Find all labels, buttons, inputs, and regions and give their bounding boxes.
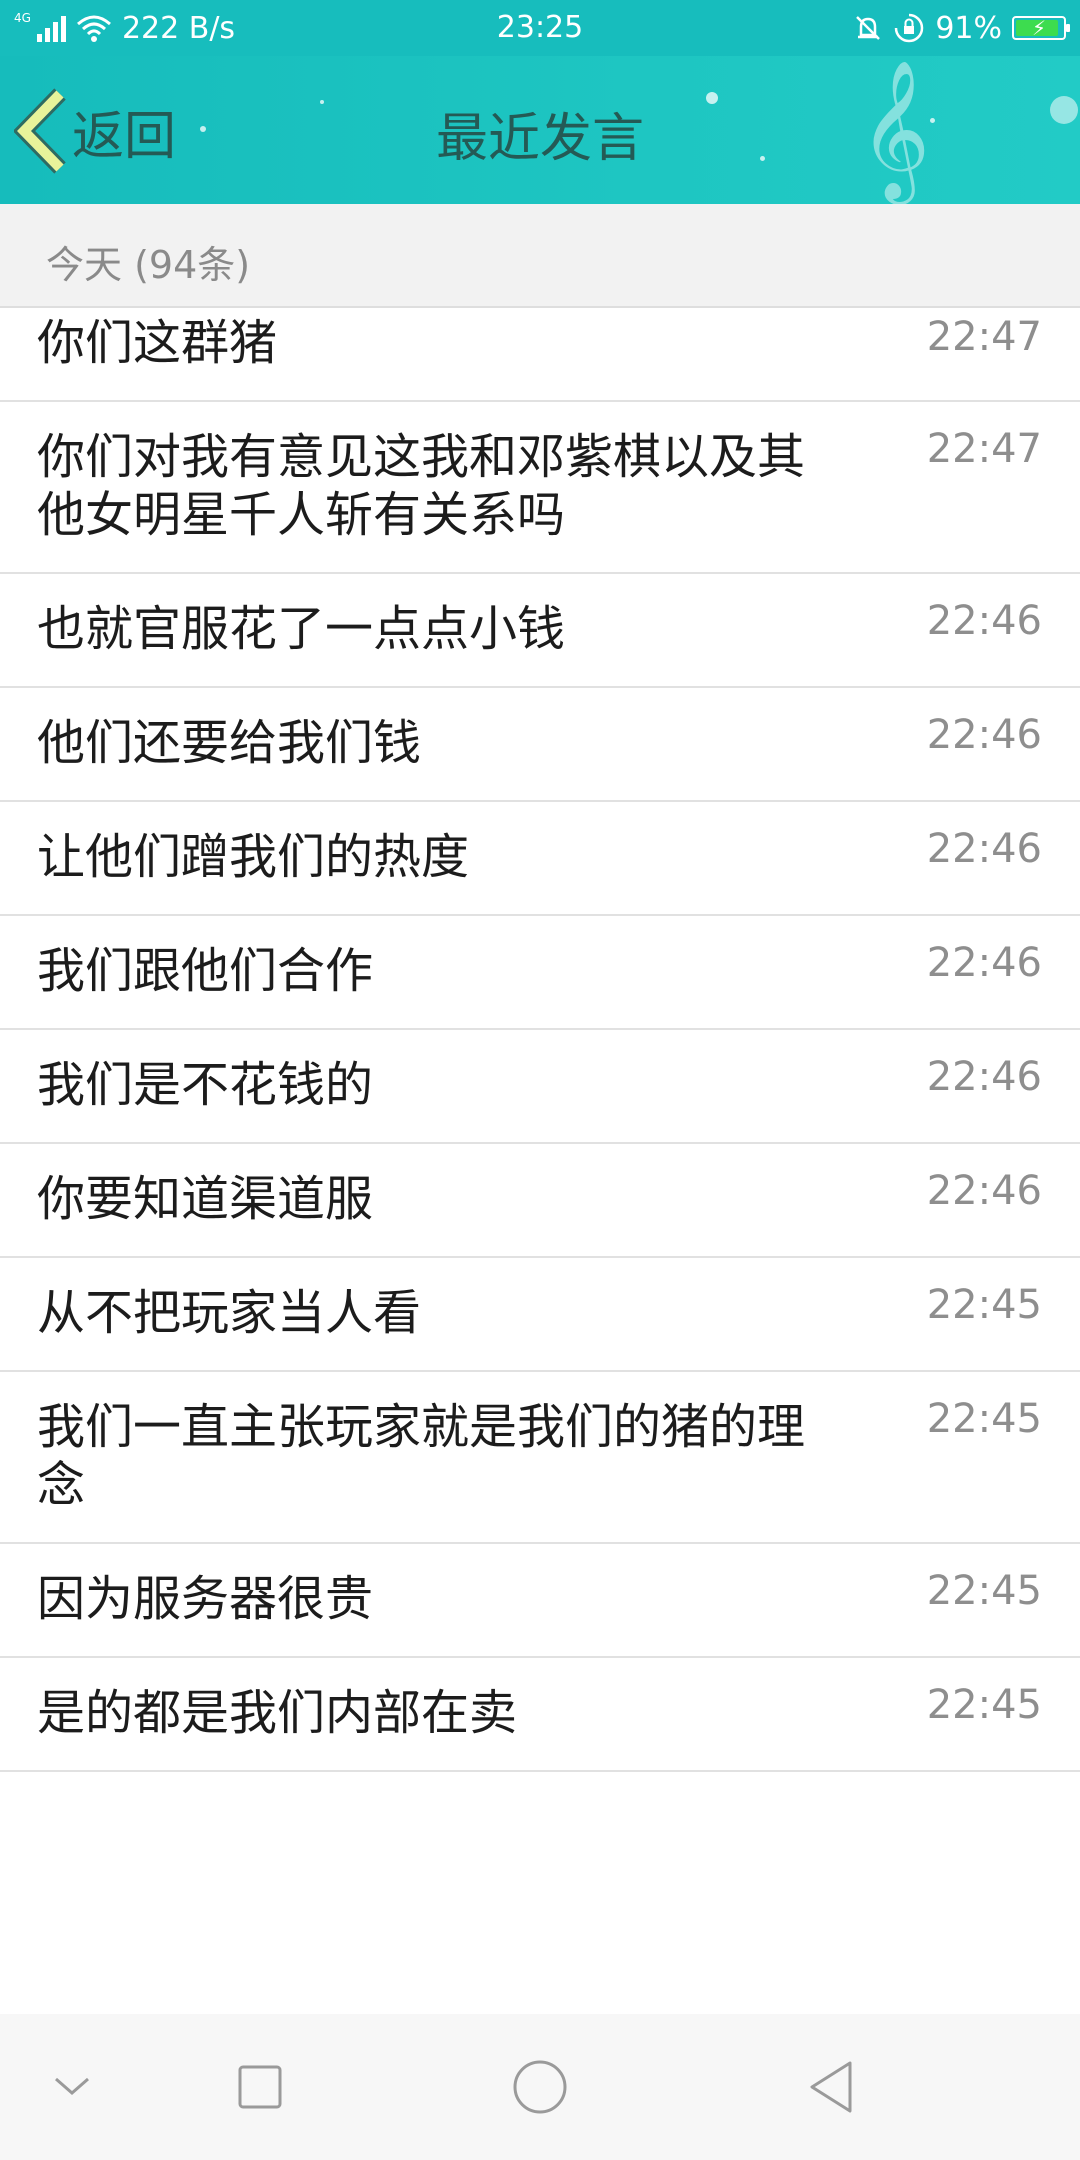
list-item[interactable]: 你们这群猪 22:47: [0, 308, 1080, 402]
status-right: 91% ⚡: [853, 0, 1070, 56]
list-item[interactable]: 让他们蹭我们的热度 22:46: [0, 802, 1080, 916]
list-item[interactable]: 是的都是我们内部在卖 22:45: [0, 1658, 1080, 1772]
message-text: 你要知道渠道服: [37, 1171, 374, 1227]
status-bar: 4G 222 B/s 23:25 91% ⚡: [0, 0, 1080, 56]
message-time: 22:46: [926, 826, 1042, 872]
message-time: 22:46: [926, 712, 1042, 758]
list-item[interactable]: 你们对我有意见这我和邓紫棋以及其他女明星千人斩有关系吗 22:47: [0, 402, 1080, 574]
home-button[interactable]: [490, 2014, 590, 2160]
date-section-header: 今天 (94条): [0, 204, 1080, 308]
message-time: 22:46: [926, 1054, 1042, 1100]
message-time: 22:45: [926, 1568, 1042, 1614]
message-time: 22:45: [926, 1282, 1042, 1328]
message-text: 我们跟他们合作: [37, 943, 374, 999]
list-item[interactable]: 因为服务器很贵 22:45: [0, 1544, 1080, 1658]
rotation-lock-icon: [895, 13, 924, 43]
message-time: 22:45: [926, 1396, 1042, 1442]
recents-button[interactable]: [210, 2014, 310, 2160]
wifi-icon: [76, 15, 111, 42]
battery-percent: 91%: [935, 10, 1002, 46]
battery-icon: ⚡: [1012, 16, 1070, 40]
charging-icon: ⚡: [1032, 16, 1047, 40]
message-text: 我们是不花钱的: [37, 1057, 374, 1113]
recents-icon: [238, 2065, 282, 2109]
message-text: 是的都是我们内部在卖: [37, 1685, 518, 1741]
message-time: 22:46: [926, 598, 1042, 644]
list-item[interactable]: 我们一直主张玩家就是我们的猪的理念 22:45: [0, 1372, 1080, 1544]
list-item[interactable]: 你要知道渠道服 22:46: [0, 1144, 1080, 1258]
list-item[interactable]: 也就官服花了一点点小钱 22:46: [0, 574, 1080, 688]
message-text: 让他们蹭我们的热度: [37, 829, 470, 885]
section-label: 今天 (94条): [46, 243, 251, 287]
collapse-icon: [55, 2077, 89, 2095]
list-item[interactable]: 我们跟他们合作 22:46: [0, 916, 1080, 1030]
message-time: 22:45: [926, 1682, 1042, 1728]
list-item[interactable]: 他们还要给我们钱 22:46: [0, 688, 1080, 802]
message-text: 从不把玩家当人看: [37, 1285, 422, 1341]
list-item[interactable]: 我们是不花钱的 22:46: [0, 1030, 1080, 1144]
collapse-button[interactable]: [30, 2014, 114, 2160]
message-time: 22:46: [926, 1168, 1042, 1214]
message-text: 我们一直主张玩家就是我们的猪的理念: [37, 1399, 806, 1513]
network-speed: 222 B/s: [121, 10, 236, 46]
message-text: 你们这群猪: [37, 315, 278, 371]
signal-icon: [36, 14, 66, 42]
vibrate-icon: [856, 16, 881, 40]
back-nav-button[interactable]: [780, 2014, 880, 2160]
status-left: 4G 222 B/s: [14, 0, 235, 56]
network-type: 4G: [14, 11, 31, 25]
home-icon: [513, 2060, 567, 2114]
message-text: 他们还要给我们钱: [37, 715, 422, 771]
message-time: 22:47: [926, 314, 1042, 360]
message-time: 22:47: [926, 426, 1042, 472]
message-text: 因为服务器很贵: [37, 1571, 374, 1627]
page-title: 最近发言: [435, 109, 644, 169]
message-time: 22:46: [926, 940, 1042, 986]
message-list[interactable]: 你们这群猪 22:47 你们对我有意见这我和邓紫棋以及其他女明星千人斩有关系吗 …: [0, 308, 1080, 2014]
message-text: 也就官服花了一点点小钱: [37, 601, 566, 657]
system-nav-bar: [0, 2014, 1080, 2160]
list-item[interactable]: 从不把玩家当人看 22:45: [0, 1258, 1080, 1372]
back-icon: [810, 2061, 852, 2113]
message-text: 你们对我有意见这我和邓紫棋以及其他女明星千人斩有关系吗: [37, 429, 806, 543]
app-header: 𝄞 返回 最近发言: [0, 56, 1080, 204]
